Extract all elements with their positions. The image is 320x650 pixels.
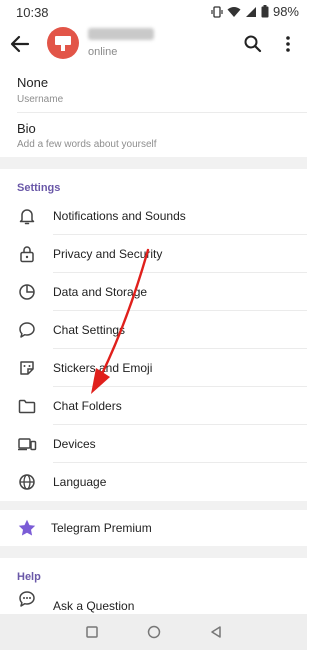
bio-value: Bio [17, 121, 36, 136]
vibrate-icon [211, 5, 223, 18]
avatar-logo-icon [55, 36, 71, 51]
app-bar: online [0, 24, 307, 64]
wifi-icon [227, 6, 241, 17]
bio-hint: Add a few words about yourself [17, 139, 157, 150]
menu-item-label: Telegram Premium [51, 521, 152, 535]
menu-item-label: Chat Settings [53, 323, 126, 337]
menu-item-chat-folders[interactable]: Chat Folders [0, 387, 307, 425]
menu-item-label: Privacy and Security [53, 247, 163, 261]
battery-icon [261, 5, 269, 18]
recents-square-icon[interactable] [84, 624, 100, 640]
menu-item-devices[interactable]: Devices [0, 425, 307, 463]
username-hint: Username [17, 94, 64, 105]
section-divider [0, 157, 307, 169]
profile-name-blurred [88, 28, 154, 40]
menu-item-chat-settings[interactable]: Chat Settings [0, 311, 307, 349]
back-triangle-icon[interactable] [208, 624, 224, 640]
menu-item-telegram-premium[interactable]: Telegram Premium [0, 510, 307, 546]
chat-dots-icon [19, 591, 35, 607]
search-icon[interactable] [243, 34, 263, 54]
menu-item-data-storage[interactable]: Data and Storage [0, 273, 307, 311]
home-circle-icon[interactable] [146, 624, 162, 640]
status-bar: 10:38 98% [0, 0, 307, 24]
folder-icon [18, 399, 36, 414]
menu-item-label: Devices [53, 437, 96, 451]
devices-icon [18, 438, 37, 451]
section-divider [0, 501, 307, 510]
sticker-icon [20, 361, 34, 375]
settings-section-title: Settings [17, 182, 61, 194]
signal-icon [245, 6, 256, 17]
menu-item-label: Notifications and Sounds [53, 209, 186, 223]
avatar[interactable] [47, 27, 79, 59]
menu-item-label: Data and Storage [53, 285, 148, 299]
more-vert-icon[interactable] [281, 34, 295, 54]
menu-item-stickers[interactable]: Stickers and Emoji [0, 349, 307, 387]
back-arrow-icon[interactable] [8, 32, 32, 56]
battery-percent: 98% [272, 4, 299, 19]
username-value: None [17, 75, 49, 90]
menu-item-label: Chat Folders [53, 399, 122, 413]
menu-item-label: Stickers and Emoji [53, 361, 153, 375]
username-row[interactable]: None Username [0, 64, 307, 112]
pie-chart-icon [19, 284, 35, 300]
menu-item-language[interactable]: Language [0, 463, 307, 501]
system-nav-bar [0, 614, 307, 650]
bio-row[interactable]: Bio Add a few words about yourself [0, 113, 307, 157]
chat-bubble-icon [19, 322, 35, 338]
profile-status: online [88, 46, 118, 58]
globe-icon [19, 474, 35, 490]
bell-icon [19, 209, 35, 225]
menu-item-privacy[interactable]: Privacy and Security [0, 235, 307, 273]
menu-item-notifications[interactable]: Notifications and Sounds [0, 197, 307, 235]
menu-item-ask-question[interactable]: Ask a Question [0, 586, 307, 614]
section-divider [0, 546, 307, 558]
star-icon [18, 519, 36, 536]
help-section-title: Help [17, 571, 41, 583]
status-icons: 98% [211, 4, 299, 19]
status-time: 10:38 [16, 5, 49, 20]
menu-item-label: Language [53, 475, 107, 489]
menu-item-label: Ask a Question [53, 599, 135, 613]
lock-icon [20, 246, 34, 263]
